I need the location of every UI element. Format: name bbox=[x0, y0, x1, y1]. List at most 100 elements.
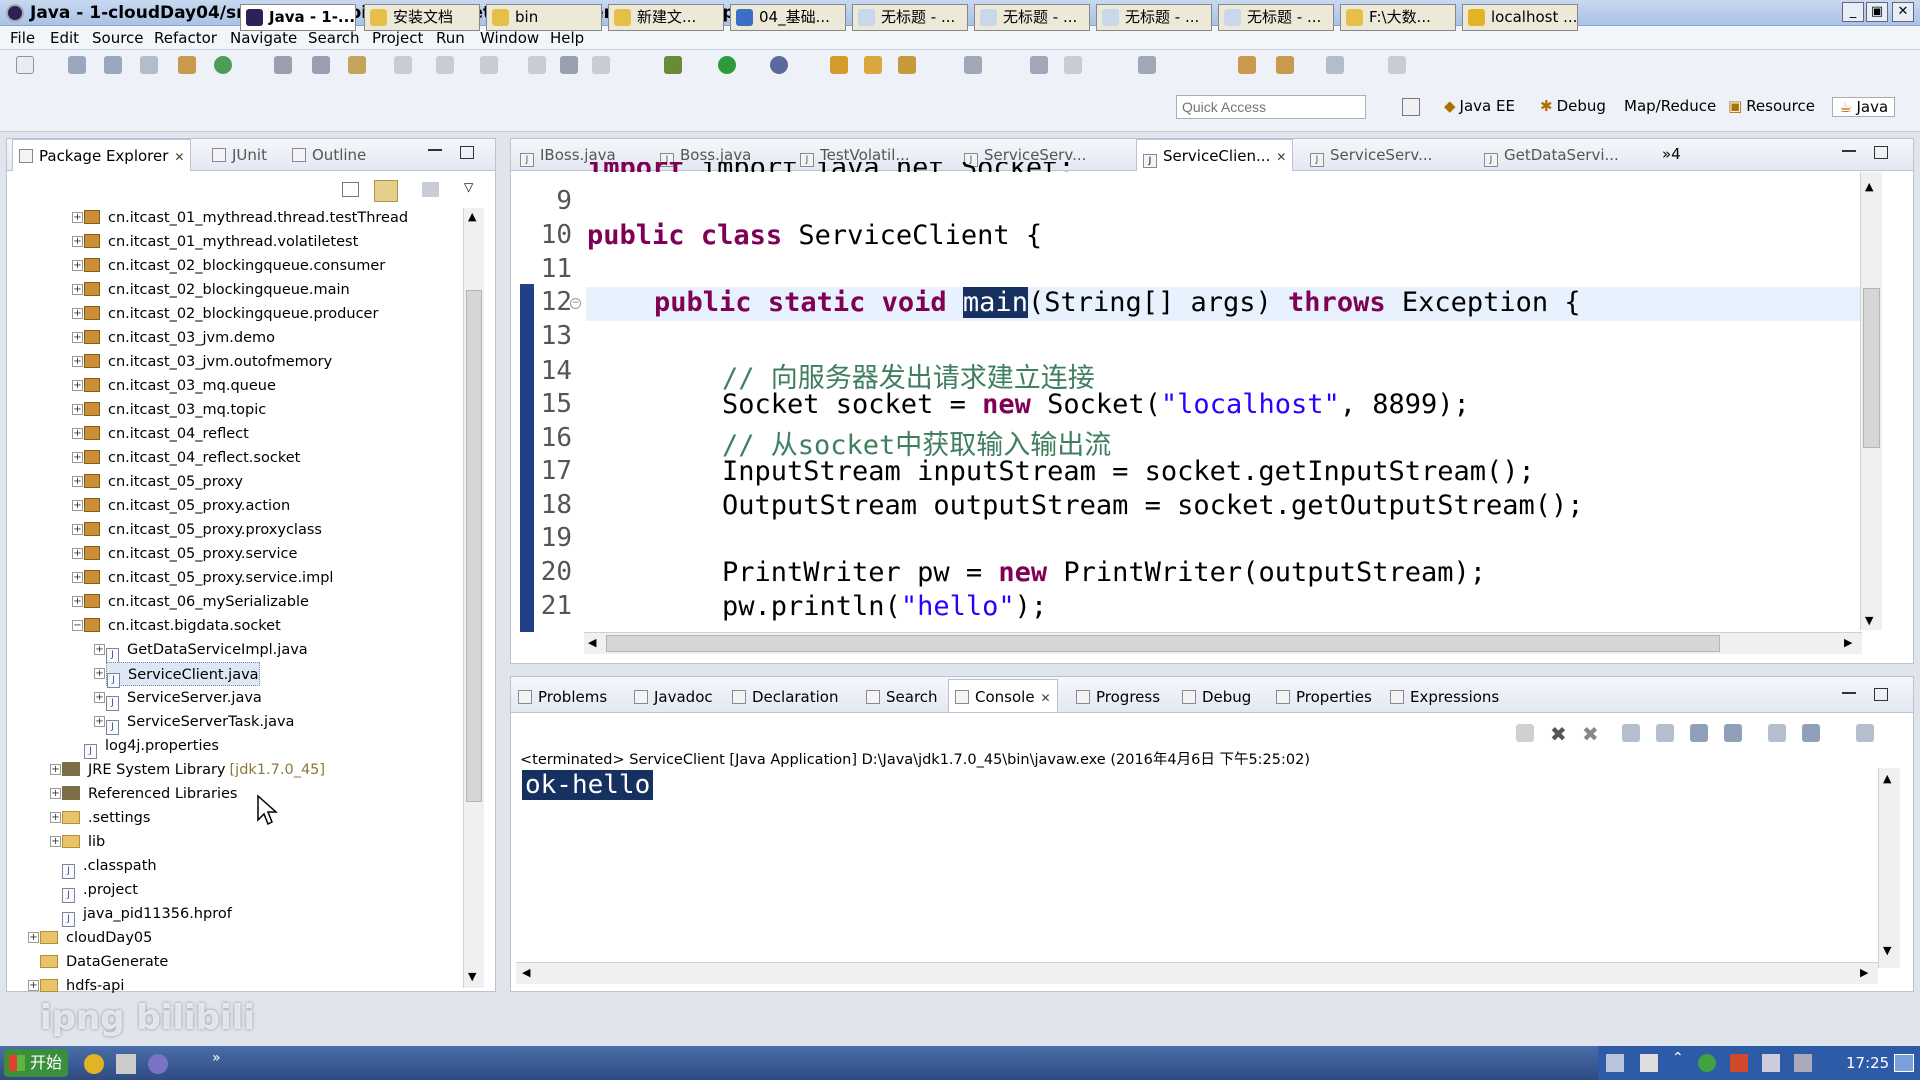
tree-expander-icon[interactable]: + bbox=[72, 548, 83, 559]
refresh-icon[interactable] bbox=[214, 56, 232, 74]
editor-tab[interactable]: J ServiceServ... bbox=[1310, 139, 1432, 171]
tree-expander-icon[interactable]: + bbox=[72, 356, 83, 367]
console-vscrollbar[interactable] bbox=[1878, 768, 1900, 968]
terminate-console-icon[interactable] bbox=[1516, 724, 1534, 742]
step-icon[interactable] bbox=[480, 56, 498, 74]
word-wrap-icon[interactable] bbox=[1690, 724, 1708, 742]
clear-console-icon[interactable] bbox=[1622, 724, 1640, 742]
last-edit-icon[interactable] bbox=[1138, 56, 1156, 74]
menu-search[interactable]: Search bbox=[308, 29, 360, 47]
console-minimize-icon[interactable] bbox=[1842, 692, 1856, 694]
taskbar-item[interactable]: 无标题 - ... bbox=[1218, 4, 1334, 31]
menu-run[interactable]: Run bbox=[436, 29, 465, 47]
tree-expander-icon[interactable]: + bbox=[50, 836, 61, 847]
console-hscrollbar[interactable] bbox=[516, 962, 1878, 984]
pin-console-icon[interactable] bbox=[1768, 724, 1786, 742]
undo-icon[interactable] bbox=[394, 56, 412, 74]
editor-tab[interactable]: J ServiceClien... ✕ bbox=[1136, 139, 1294, 171]
tree-scroll-up-icon[interactable]: ▲ bbox=[468, 210, 476, 223]
tree-expander-icon[interactable]: + bbox=[72, 212, 83, 223]
tree-expander-icon[interactable]: + bbox=[50, 788, 61, 799]
taskbar-item[interactable]: 04_基础... bbox=[730, 4, 846, 31]
tree-item[interactable]: cn.itcast_01_mythread.thread.testThread bbox=[84, 206, 408, 230]
tree-item[interactable]: cn.itcast_03_mq.queue bbox=[84, 374, 276, 398]
bottom-tab[interactable]: Problems bbox=[518, 684, 607, 710]
tray-security-icon[interactable] bbox=[1730, 1054, 1748, 1072]
tree-item[interactable]: cn.itcast_05_proxy.proxyclass bbox=[84, 518, 322, 542]
tree-item[interactable]: JRE System Library [jdk1.7.0_45] bbox=[62, 758, 325, 782]
perspective-javaee[interactable]: ◆ Java EE bbox=[1444, 97, 1515, 115]
format-icon[interactable] bbox=[312, 56, 330, 74]
minimize-view-icon[interactable] bbox=[428, 149, 442, 151]
tree-expander-icon[interactable]: + bbox=[94, 692, 105, 703]
tree-expander-icon[interactable]: − bbox=[72, 620, 83, 631]
taskbar-item[interactable]: localhost ... bbox=[1462, 4, 1578, 31]
tree-expander-icon[interactable]: + bbox=[94, 668, 105, 679]
tree-item[interactable]: cn.itcast_02_blockingqueue.consumer bbox=[84, 254, 385, 278]
tree-item[interactable]: DataGenerate bbox=[40, 950, 168, 974]
console-scroll-right-icon[interactable]: ▶ bbox=[1860, 966, 1868, 979]
quicklaunch-media-icon[interactable] bbox=[148, 1054, 168, 1074]
run-icon[interactable] bbox=[718, 56, 736, 74]
link-editor-icon[interactable] bbox=[374, 180, 398, 202]
close-tab-icon[interactable]: ✕ bbox=[1041, 691, 1051, 705]
tree-scrollbar-thumb[interactable] bbox=[466, 290, 482, 802]
redo-icon[interactable] bbox=[436, 56, 454, 74]
taskbar-item[interactable]: 安装文档 bbox=[364, 4, 480, 31]
close-tab-icon[interactable]: ✕ bbox=[174, 150, 184, 164]
taskbar-item[interactable]: F:\大数... bbox=[1340, 4, 1456, 31]
menu-refactor[interactable]: Refactor bbox=[154, 29, 217, 47]
bottom-tab[interactable]: Search bbox=[866, 684, 938, 710]
open-perspective-icon[interactable] bbox=[1402, 98, 1420, 116]
tray-volume-icon[interactable] bbox=[1794, 1054, 1812, 1072]
console-scroll-left-icon[interactable]: ◀ bbox=[522, 966, 530, 979]
open-type-icon[interactable] bbox=[830, 56, 848, 74]
tree-item[interactable]: J ServiceClient.java bbox=[106, 662, 260, 688]
tree-item[interactable]: cn.itcast_05_proxy.service bbox=[84, 542, 297, 566]
bottom-tab[interactable]: Declaration bbox=[732, 684, 838, 710]
tree-item[interactable]: cn.itcast_04_reflect bbox=[84, 422, 249, 446]
task-icon[interactable] bbox=[1064, 56, 1082, 74]
tree-expander-icon[interactable]: + bbox=[28, 932, 39, 943]
tree-expander-icon[interactable]: + bbox=[50, 812, 61, 823]
console-scroll-up-icon[interactable]: ▲ bbox=[1883, 772, 1891, 785]
tree-expander-icon[interactable]: + bbox=[72, 260, 83, 271]
tree-item[interactable]: Jlog4j.properties bbox=[84, 734, 219, 759]
toggle-icon[interactable] bbox=[348, 56, 366, 74]
tree-expander-icon[interactable]: + bbox=[72, 524, 83, 535]
open-resource-icon[interactable] bbox=[864, 56, 882, 74]
tree-item[interactable]: cn.itcast_04_reflect.socket bbox=[84, 446, 300, 470]
menu-file[interactable]: File bbox=[10, 29, 35, 47]
taskbar-item[interactable]: 新建文... bbox=[608, 4, 724, 31]
tree-item[interactable]: cn.itcast_03_jvm.outofmemory bbox=[84, 350, 332, 374]
terminate-icon[interactable] bbox=[592, 56, 610, 74]
tree-item[interactable]: cloudDay05 bbox=[40, 926, 152, 950]
tree-item[interactable]: J ServiceServer.java bbox=[106, 686, 262, 711]
collapse-all-icon[interactable] bbox=[342, 182, 359, 197]
editor-scroll-right-icon[interactable]: ▶ bbox=[1844, 636, 1852, 649]
editor-scroll-down-icon[interactable]: ▼ bbox=[1865, 614, 1873, 627]
menu-edit[interactable]: Edit bbox=[50, 29, 79, 47]
show-desktop-icon[interactable] bbox=[1894, 1054, 1914, 1072]
resume-icon[interactable] bbox=[528, 56, 546, 74]
perspective-debug[interactable]: ✱ Debug bbox=[1540, 97, 1606, 115]
tree-expander-icon[interactable]: + bbox=[72, 332, 83, 343]
view-dropdown-icon[interactable]: ▽ bbox=[464, 180, 473, 194]
display-console-icon[interactable] bbox=[1802, 724, 1820, 742]
tree-expander-icon[interactable]: + bbox=[72, 428, 83, 439]
bottom-tab[interactable]: Properties bbox=[1276, 684, 1372, 710]
editor-scroll-left-icon[interactable]: ◀ bbox=[588, 636, 596, 649]
quicklaunch-more-icon[interactable]: » bbox=[212, 1050, 221, 1066]
console-maximize-icon[interactable] bbox=[1874, 688, 1888, 701]
tab-package-explorer[interactable]: Package Explorer ✕ bbox=[12, 139, 192, 171]
tray-expand-icon[interactable]: ⌃ bbox=[1672, 1050, 1684, 1066]
console-output-area[interactable] bbox=[516, 768, 1876, 968]
menu-project[interactable]: Project bbox=[372, 29, 423, 47]
taskbar-item[interactable]: Java - 1-... bbox=[240, 4, 356, 31]
tree-item[interactable]: J GetDataServiceImpl.java bbox=[106, 638, 308, 663]
editor-maximize-icon[interactable] bbox=[1874, 146, 1888, 159]
tree-item[interactable]: cn.itcast_03_jvm.demo bbox=[84, 326, 275, 350]
tree-expander-icon[interactable]: + bbox=[72, 596, 83, 607]
bottom-tab[interactable]: Progress bbox=[1076, 684, 1160, 710]
tree-expander-icon[interactable]: + bbox=[72, 500, 83, 511]
